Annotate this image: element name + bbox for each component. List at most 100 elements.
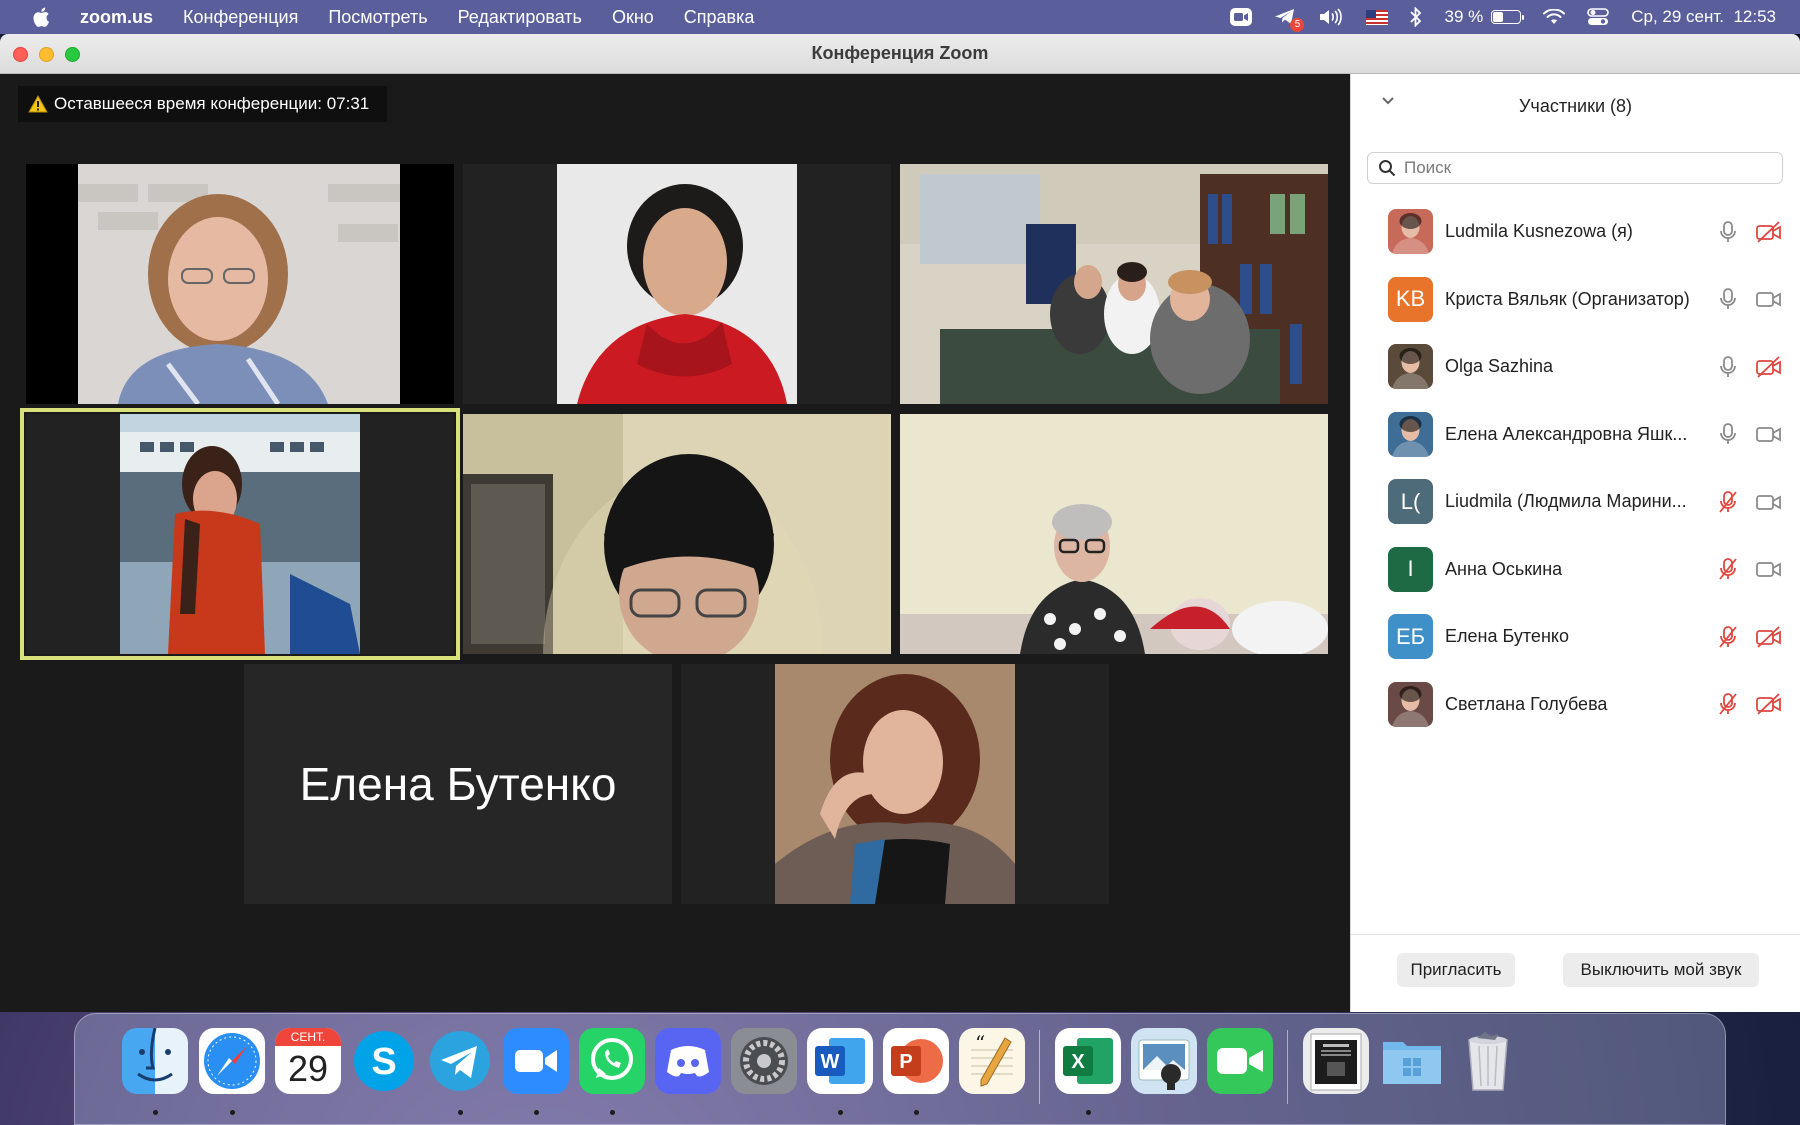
participant-name: Анна Оськина [1445, 558, 1563, 579]
camera-off-icon[interactable] [1755, 625, 1783, 649]
microphone-muted-icon[interactable] [1717, 490, 1739, 514]
microphone-muted-icon[interactable] [1717, 625, 1739, 649]
video-tile-participant[interactable] [463, 414, 891, 654]
video-tile-participant[interactable] [463, 164, 891, 404]
zoom-icon[interactable] [503, 1028, 569, 1094]
menubar-datetime[interactable]: Ср, 29 сент. 12:53 [1631, 7, 1776, 27]
microphone-icon[interactable] [1717, 355, 1739, 379]
warning-icon [28, 95, 48, 113]
whatsapp-icon[interactable] [579, 1028, 645, 1094]
avatar: KB [1388, 276, 1433, 322]
svg-text:“: “ [975, 1031, 985, 1055]
microphone-icon[interactable] [1717, 287, 1739, 311]
document-stack-icon[interactable] [1303, 1028, 1369, 1094]
video-tile-participant[interactable] [26, 164, 454, 404]
microphone-icon[interactable] [1717, 220, 1739, 244]
menu-app-name[interactable]: zoom.us [80, 7, 153, 28]
search-input[interactable] [1404, 158, 1764, 178]
camera-icon[interactable] [1755, 490, 1783, 514]
macos-dock: СЕНТ. 29 S W P “ X [74, 1013, 1726, 1125]
menu-help[interactable]: Справка [684, 7, 755, 28]
search-icon [1379, 160, 1396, 177]
trash-icon[interactable] [1455, 1028, 1521, 1094]
participants-footer: Пригласить Выключить мой звук [1351, 934, 1800, 1012]
excel-icon[interactable]: X [1055, 1028, 1121, 1094]
control-center-icon[interactable] [1587, 8, 1610, 26]
participant-name: Елена Бутенко [1445, 626, 1569, 647]
skype-icon[interactable]: S [351, 1028, 417, 1094]
participant-row[interactable]: KB Криста Вяльяк (Организатор) [1351, 266, 1800, 334]
svg-text:X: X [1071, 1051, 1085, 1073]
participant-name: Светлана Голубева [1445, 693, 1608, 714]
discord-icon[interactable] [655, 1028, 721, 1094]
participant-row[interactable]: Елена Александровна Яшк... [1351, 401, 1800, 469]
menu-view[interactable]: Посмотреть [328, 7, 427, 28]
avatar [1388, 411, 1433, 457]
wifi-icon[interactable] [1543, 9, 1566, 25]
preview-icon[interactable] [1131, 1028, 1197, 1094]
battery-icon [1491, 10, 1525, 24]
avatar [1388, 344, 1433, 390]
camera-icon[interactable] [1755, 422, 1783, 446]
participant-video-feed [900, 164, 1328, 404]
powerpoint-icon[interactable]: P [883, 1028, 949, 1094]
menu-window[interactable]: Окно [612, 7, 654, 28]
minimize-window-button[interactable] [39, 47, 54, 62]
participants-title: Участники (8) [1519, 95, 1632, 116]
safari-icon[interactable] [199, 1028, 265, 1094]
participant-search[interactable] [1367, 152, 1783, 184]
windows-folder-icon[interactable] [1379, 1028, 1445, 1094]
participant-video-feed [120, 414, 360, 654]
fullscreen-window-button[interactable] [65, 47, 80, 62]
telegram-status-icon[interactable]: 5 [1274, 8, 1305, 32]
participant-name: Olga Sazhina [1445, 356, 1554, 377]
camera-off-icon[interactable] [1755, 692, 1783, 716]
bluetooth-icon[interactable] [1410, 7, 1422, 27]
battery-percent: 39 % [1444, 7, 1484, 26]
participant-row[interactable]: I Анна Оськина [1351, 536, 1800, 604]
microphone-icon[interactable] [1717, 422, 1739, 446]
video-tile-participant[interactable] [900, 164, 1328, 404]
camera-icon[interactable] [1755, 287, 1783, 311]
calendar-icon[interactable]: СЕНТ. 29 [275, 1028, 341, 1094]
mute-me-button[interactable]: Выключить мой звук [1563, 953, 1759, 987]
camera-icon[interactable] [1755, 557, 1783, 581]
calendar-day: 29 [287, 1048, 329, 1089]
invite-button[interactable]: Пригласить [1397, 953, 1515, 987]
chevron-down-icon[interactable] [1381, 96, 1395, 106]
svg-text:S: S [371, 1041, 396, 1083]
avatar: I [1388, 546, 1433, 592]
apple-icon[interactable] [30, 5, 54, 29]
video-tile-name-only[interactable]: Елена Бутенко [244, 664, 672, 904]
system-preferences-icon[interactable] [731, 1028, 797, 1094]
video-tile-participant[interactable] [900, 414, 1328, 654]
video-tile-participant[interactable] [681, 664, 1109, 904]
facetime-icon[interactable] [1207, 1028, 1273, 1094]
zoom-status-icon[interactable] [1230, 8, 1253, 26]
textedit-icon[interactable]: “ [959, 1028, 1025, 1094]
participant-row[interactable]: Ludmila Kusnezowa (я) [1351, 198, 1800, 266]
telegram-badge: 5 [1290, 18, 1305, 32]
participant-row[interactable]: ЕБ Елена Бутенко [1351, 603, 1800, 671]
word-icon[interactable]: W [807, 1028, 873, 1094]
participant-row[interactable]: Светлана Голубева [1351, 671, 1800, 739]
us-flag-icon[interactable] [1366, 9, 1389, 25]
microphone-muted-icon[interactable] [1717, 557, 1739, 581]
camera-off-icon[interactable] [1755, 220, 1783, 244]
telegram-icon[interactable] [427, 1028, 493, 1094]
window-titlebar[interactable]: Конференция Zoom [0, 34, 1800, 74]
menu-edit[interactable]: Редактировать [458, 7, 582, 28]
participant-name-display: Елена Бутенко [299, 758, 617, 810]
participant-row[interactable]: Olga Sazhina [1351, 333, 1800, 401]
volume-icon[interactable] [1318, 8, 1344, 26]
participant-name: Liudmila (Людмила Марини... [1445, 491, 1687, 512]
close-window-button[interactable] [13, 47, 28, 62]
video-gallery: Оставшееся время конференции: 07:31 Елен… [0, 74, 1350, 1012]
microphone-muted-icon[interactable] [1717, 692, 1739, 716]
video-tile-active-speaker[interactable] [20, 408, 460, 660]
battery-indicator[interactable]: 39 % [1444, 7, 1525, 27]
camera-off-icon[interactable] [1755, 355, 1783, 379]
participant-row[interactable]: L(Liudmila (Людмила Марини... [1351, 468, 1800, 536]
finder-icon[interactable] [122, 1028, 188, 1094]
menu-conference[interactable]: Конференция [183, 7, 298, 28]
